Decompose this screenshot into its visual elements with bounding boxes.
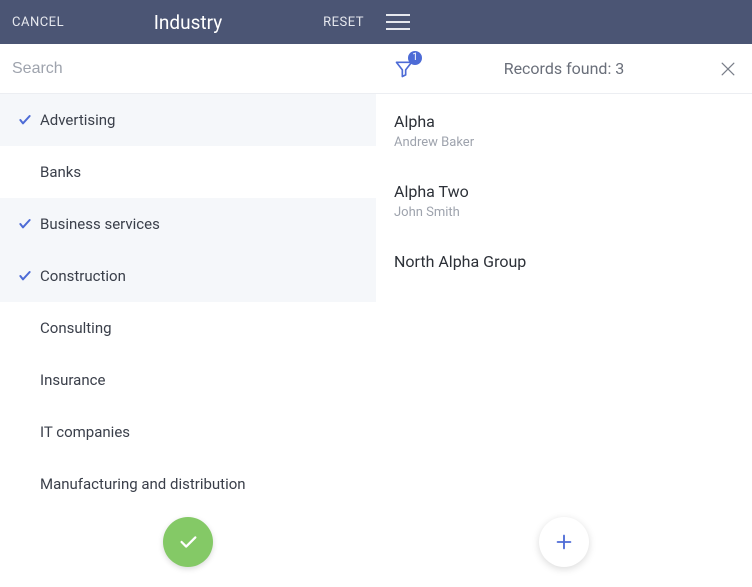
record-title: North Alpha Group (394, 252, 734, 271)
reset-button[interactable]: RESET (323, 15, 364, 30)
add-button[interactable] (539, 517, 589, 567)
close-icon[interactable] (718, 59, 738, 79)
record-item[interactable]: North Alpha Group (376, 234, 752, 289)
panel-title: Industry (154, 11, 222, 34)
industry-item[interactable]: Advertising (0, 94, 376, 146)
industry-item-label: Consulting (40, 319, 112, 337)
record-subtitle: John Smith (394, 205, 734, 220)
filter-button[interactable]: 1 (390, 55, 418, 83)
industry-item-label: IT companies (40, 423, 130, 441)
check-icon (17, 112, 33, 128)
search-input[interactable] (12, 60, 364, 78)
record-title: Alpha Two (394, 182, 734, 201)
industry-item-label: Banks (40, 163, 81, 181)
right-header (376, 0, 752, 44)
industry-item[interactable]: Construction (0, 250, 376, 302)
industry-filter-panel: CANCEL Industry RESET Advertising Banks Bu… (0, 0, 376, 587)
industry-list: Advertising Banks Business services Constru… (0, 94, 376, 587)
record-item[interactable]: Alpha Two John Smith (376, 164, 752, 234)
menu-button[interactable] (386, 10, 410, 34)
hamburger-icon (386, 14, 410, 16)
industry-item[interactable]: IT companies (0, 406, 376, 458)
record-item[interactable]: Alpha Andrew Baker (376, 94, 752, 164)
industry-item-label: Manufacturing and distribution (40, 475, 246, 493)
left-header: CANCEL Industry RESET (0, 0, 376, 44)
confirm-button[interactable] (163, 517, 213, 567)
search-row (0, 44, 376, 94)
records-list: Alpha Andrew Baker Alpha Two John Smith Nort… (376, 94, 752, 587)
cancel-button[interactable]: CANCEL (12, 15, 64, 30)
industry-item-label: Advertising (40, 111, 115, 129)
industry-item[interactable]: Business services (0, 198, 376, 250)
industry-item-label: Insurance (40, 371, 105, 389)
check-icon (177, 531, 199, 553)
check-icon (17, 216, 33, 232)
industry-item[interactable]: Banks (0, 146, 376, 198)
records-panel: 1 Records found: 3 AlphaAndrew BakerAlph… (376, 0, 752, 587)
record-subtitle: Andrew Baker (394, 135, 734, 150)
industry-item-label: Construction (40, 267, 126, 285)
check-icon (17, 268, 33, 284)
plus-icon (553, 531, 575, 553)
record-title: Alpha (394, 112, 734, 131)
industry-item[interactable]: Consulting (0, 302, 376, 354)
records-count-label: Records found: 3 (504, 59, 625, 78)
filter-count-badge: 1 (408, 51, 422, 65)
industry-item[interactable]: Manufacturing and distribution (0, 458, 376, 510)
industry-item[interactable]: Insurance (0, 354, 376, 406)
industry-item-label: Business services (40, 215, 160, 233)
filter-bar: 1 Records found: 3 (376, 44, 752, 94)
